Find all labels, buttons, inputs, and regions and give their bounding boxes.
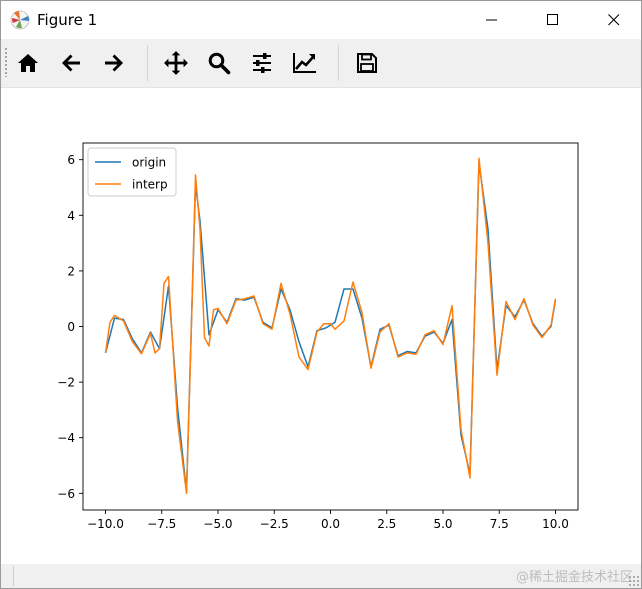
legend-label-origin: origin	[132, 156, 166, 170]
y-tick-label: 2	[67, 264, 75, 278]
zoom-icon	[208, 52, 231, 75]
x-tick-label: 2.5	[377, 517, 396, 531]
x-tick-label: 10.0	[542, 517, 569, 531]
x-tick-label: −7.5	[147, 517, 176, 531]
x-tick-label: −2.5	[260, 517, 289, 531]
status-bar: @稀土掘金技术社区	[1, 564, 641, 588]
figure-canvas[interactable]: −10.0 −7.5 −5.0 −2.5 0.0 2.5 5.0 7.5 10.0 −6 −4 −2 0…	[1, 88, 641, 564]
y-tick-label: −6	[57, 487, 75, 501]
y-tick-label: 0	[67, 320, 75, 334]
home-button[interactable]	[11, 46, 45, 80]
resize-grip[interactable]	[628, 575, 640, 587]
pan-button[interactable]	[159, 46, 193, 80]
toolbar-separator	[147, 45, 148, 81]
minimize-icon	[486, 19, 497, 21]
y-tick-label: 4	[67, 209, 75, 223]
window-title: Figure 1	[37, 11, 98, 29]
save-icon	[357, 53, 377, 73]
zoom-button[interactable]	[202, 46, 236, 80]
home-icon	[18, 54, 38, 72]
series-line-origin	[104, 161, 557, 493]
title-bar[interactable]: Figure 1	[1, 1, 641, 39]
status-divider	[13, 566, 14, 586]
line-plot: −10.0 −7.5 −5.0 −2.5 0.0 2.5 5.0 7.5 10.0 −6 −4 −2 0…	[57, 142, 579, 531]
maximize-icon	[547, 14, 558, 25]
legend-label-interp: interp	[132, 178, 168, 192]
minimize-button[interactable]	[469, 1, 515, 39]
watermark-text: @稀土掘金技术社区	[515, 570, 633, 585]
x-tick-label: 0.0	[321, 517, 340, 531]
forward-button[interactable]	[97, 46, 131, 80]
forward-arrow-icon	[105, 54, 123, 72]
edit-axis-icon	[293, 53, 316, 73]
navigation-toolbar	[1, 39, 641, 88]
y-tick-label: −2	[57, 376, 75, 390]
close-button[interactable]	[591, 1, 637, 39]
toolbar-separator	[338, 45, 339, 81]
matplotlib-logo-icon	[10, 10, 30, 30]
back-button[interactable]	[54, 46, 88, 80]
close-icon	[608, 14, 620, 26]
y-tick-label: −4	[57, 431, 75, 445]
back-arrow-icon	[62, 54, 80, 72]
figure-window: Figure 1 −10.0 −7.5 −5.0 −2.5 0.0 2.5 5.…	[0, 0, 642, 589]
toolbar-grip[interactable]	[4, 47, 8, 77]
x-tick-label: −5.0	[203, 517, 232, 531]
save-button[interactable]	[350, 46, 384, 80]
x-tick-label: 7.5	[490, 517, 509, 531]
x-tick-label: −10.0	[87, 517, 124, 531]
maximize-button[interactable]	[530, 1, 576, 39]
edit-axis-button[interactable]	[288, 46, 322, 80]
configure-subplots-icon	[253, 53, 271, 73]
y-tick-label: 6	[67, 153, 75, 167]
pan-icon	[164, 51, 188, 75]
x-tick-label: 5.0	[433, 517, 452, 531]
configure-subplots-button[interactable]	[245, 46, 279, 80]
